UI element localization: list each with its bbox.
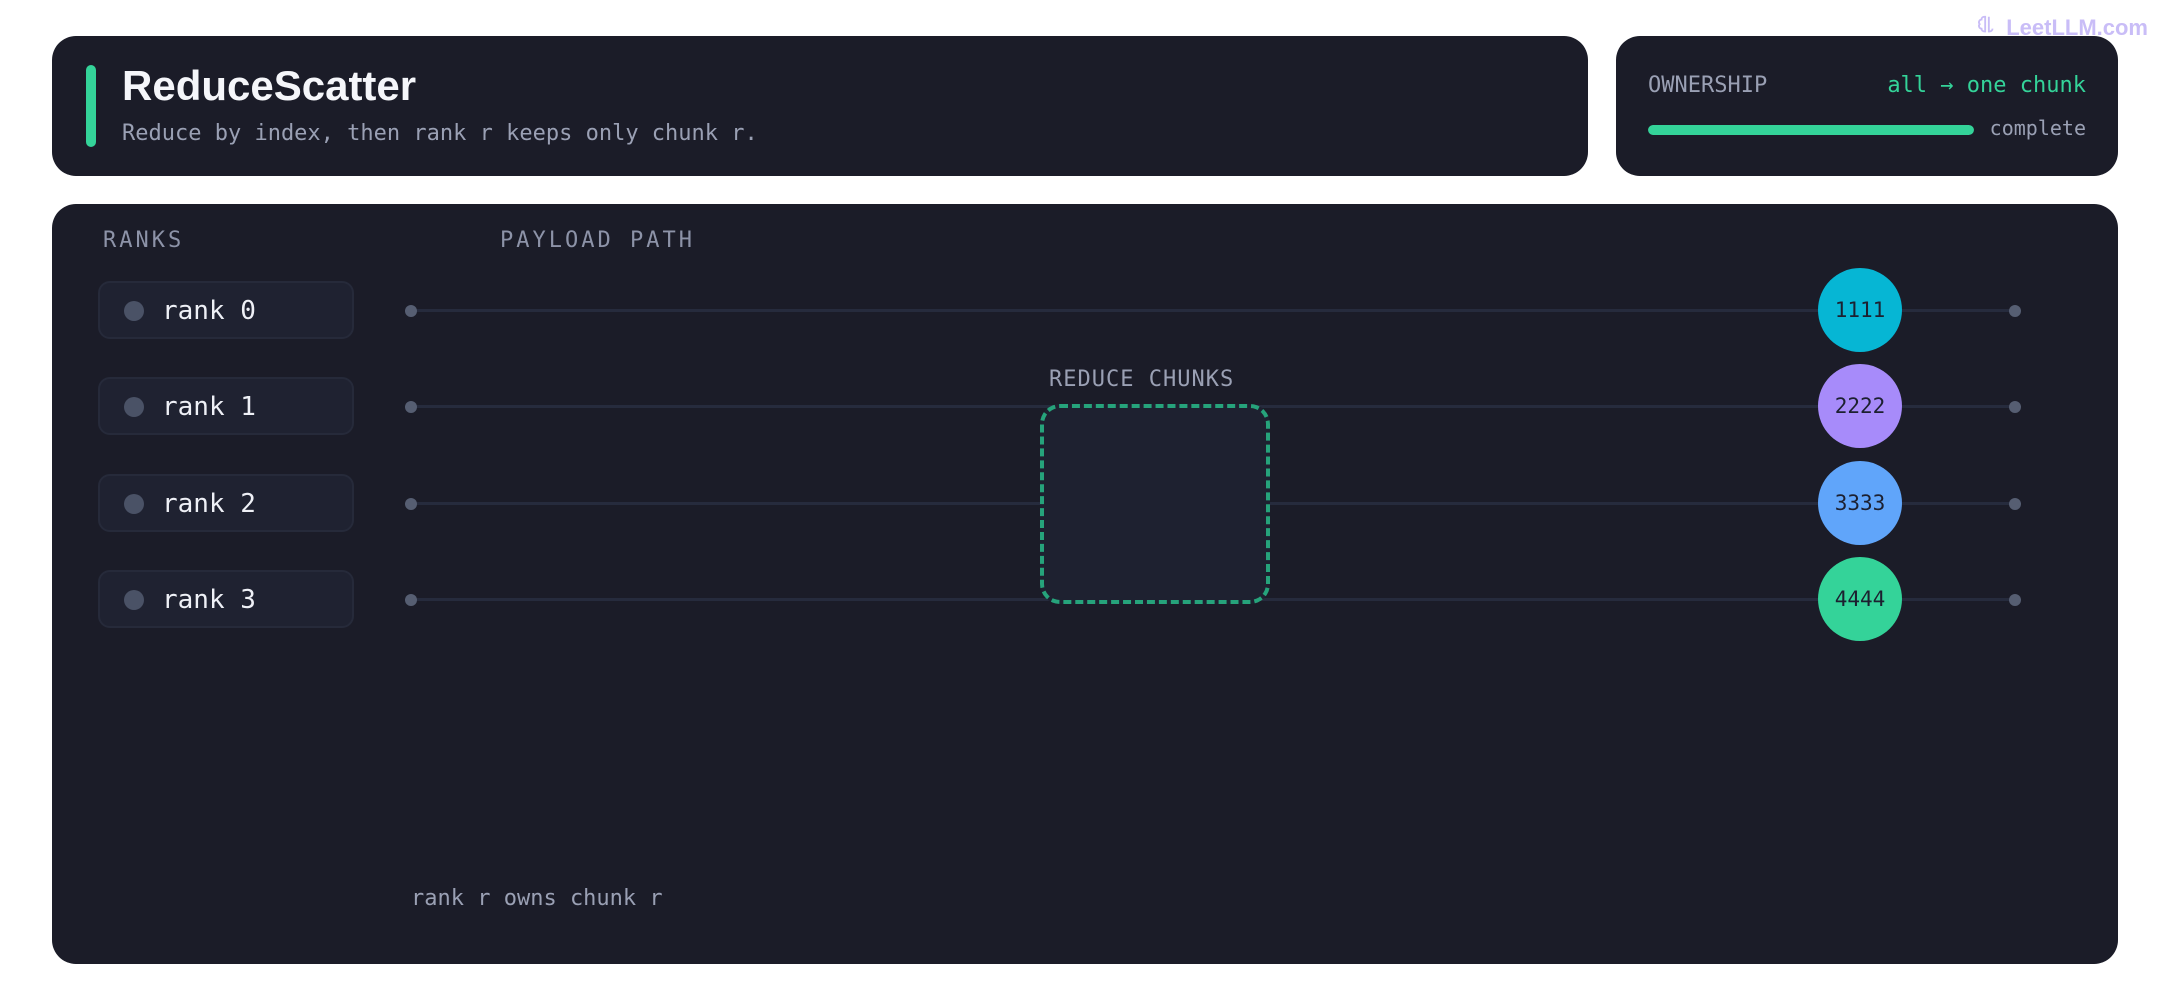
header-card: ReduceScatter Reduce by index, then rank… (52, 36, 1588, 176)
lane-end-dot (2009, 401, 2021, 413)
page-title: ReduceScatter (122, 62, 417, 109)
accent-bar (86, 65, 96, 147)
diagram-panel: RANKS PAYLOAD PATH rank 0 rank 1 rank 2 … (52, 204, 2118, 964)
ownership-status: complete (1989, 116, 2086, 140)
rank-label: rank 2 (162, 489, 256, 519)
reduce-chunks-label: REDUCE CHUNKS (1049, 367, 1235, 392)
ownership-card: OWNERSHIP all → one chunk complete (1616, 36, 2118, 176)
ownership-label: OWNERSHIP (1648, 73, 1768, 98)
brand-text: LeetLLM.com (2006, 15, 2148, 40)
rank-label: rank 1 (162, 392, 256, 422)
rank-chip: rank 2 (98, 474, 354, 532)
lane-start-dot (405, 305, 417, 317)
lane-start-dot (405, 594, 417, 606)
brain-icon (1976, 14, 1998, 42)
brand-watermark: LeetLLM.com (1976, 14, 2148, 42)
rank-label: rank 0 (162, 296, 256, 326)
lane-end-dot (2009, 498, 2021, 510)
chunk-node: 4444 (1818, 557, 1902, 641)
rank-status-dot (124, 301, 144, 321)
rank-status-dot (124, 590, 144, 610)
ownership-progress-bar (1648, 125, 1974, 135)
rank-status-dot (124, 397, 144, 417)
rank-status-dot (124, 494, 144, 514)
chunk-node: 2222 (1818, 364, 1902, 448)
lane-start-dot (405, 498, 417, 510)
ownership-progress-fill (1648, 125, 1974, 135)
payload-path-heading: PAYLOAD PATH (500, 228, 695, 253)
rank-label: rank 3 (162, 585, 256, 615)
rank-chip: rank 0 (98, 281, 354, 339)
ranks-heading: RANKS (103, 228, 185, 253)
chunk-node: 1111 (1818, 268, 1902, 352)
lane-end-dot (2009, 305, 2021, 317)
reduce-chunks-box (1040, 404, 1270, 604)
lane-end-dot (2009, 594, 2021, 606)
page-subtitle: Reduce by index, then rank r keeps only … (122, 121, 758, 146)
rank-chip: rank 1 (98, 377, 354, 435)
rank-chip: rank 3 (98, 570, 354, 628)
footer-note: rank r owns chunk r (411, 886, 663, 911)
payload-lane (410, 309, 2014, 312)
chunk-node: 3333 (1818, 461, 1902, 545)
lane-start-dot (405, 401, 417, 413)
ownership-value: all → one chunk (1887, 73, 2086, 98)
